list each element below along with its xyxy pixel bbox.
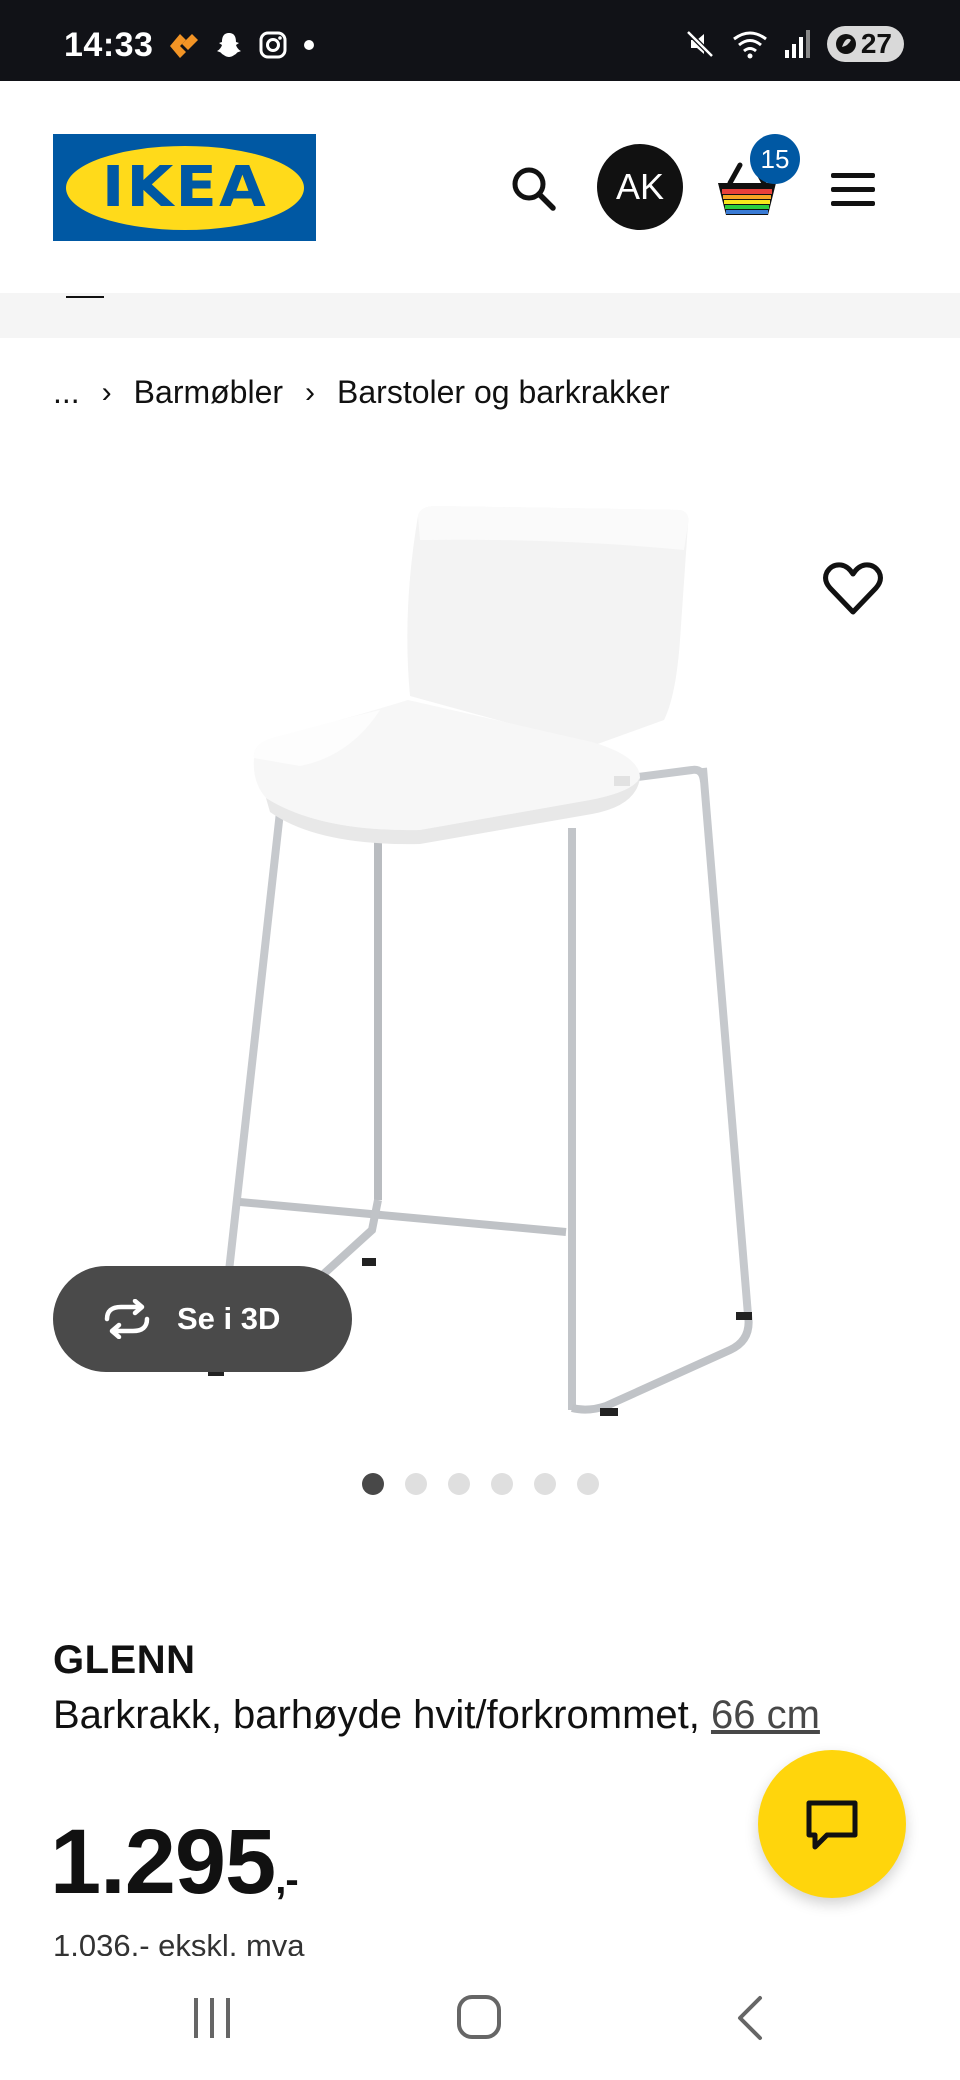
battery-level: 27 — [860, 28, 892, 59]
promo-strip — [0, 293, 960, 338]
battery-saver-icon — [835, 34, 856, 54]
carousel-dot-2[interactable] — [405, 1473, 427, 1495]
see-in-3d-button[interactable]: Se i 3D — [53, 1266, 352, 1372]
signal-icon — [784, 30, 810, 58]
status-left-icons — [166, 30, 316, 60]
breadcrumb-ellipsis[interactable]: ... — [53, 374, 80, 411]
status-bar: 14:33 27 — [0, 0, 960, 81]
status-time: 14:33 — [64, 26, 154, 64]
breadcrumb-item-barstoler[interactable]: Barstoler og barkrakker — [337, 374, 670, 411]
cart-count-badge: 15 — [750, 134, 800, 184]
chevron-right-icon: › — [101, 375, 112, 409]
system-nav-bar — [0, 1958, 960, 2080]
product-size-link[interactable]: 66 cm — [711, 1693, 820, 1737]
price-value: 1.295 — [50, 1811, 276, 1913]
strip-divider — [66, 296, 104, 298]
carousel-dots — [362, 1473, 599, 1495]
chat-button[interactable] — [758, 1750, 906, 1898]
ikea-logo[interactable]: IKEA — [53, 134, 316, 241]
status-right-icons: 27 — [683, 26, 904, 62]
carousel-dot-5[interactable] — [534, 1473, 556, 1495]
carousel-dot-3[interactable] — [448, 1473, 470, 1495]
home-icon[interactable] — [456, 1994, 502, 2040]
recents-icon[interactable] — [190, 1996, 234, 2040]
logo-oval: IKEA — [65, 145, 304, 230]
see-in-3d-label: Se i 3D — [177, 1301, 281, 1336]
battery-icon: 27 — [826, 26, 904, 62]
product-description-text: Barkrakk, barhøyde hvit/forkrommet, — [53, 1693, 700, 1737]
heart-icon[interactable] — [822, 560, 884, 618]
dot-icon — [304, 40, 314, 50]
menu-icon[interactable] — [828, 167, 878, 211]
breadcrumb: ... › Barmøbler › Barstoler og barkrakke… — [53, 374, 670, 411]
instagram-icon — [259, 31, 287, 59]
carousel-dot-4[interactable] — [491, 1473, 513, 1495]
price-suffix: ,- — [275, 1858, 298, 1902]
chevron-right-icon: › — [305, 375, 316, 409]
rotate-3d-icon — [104, 1299, 150, 1339]
chat-icon — [806, 1800, 858, 1850]
wifi-icon — [732, 31, 767, 59]
carousel-dot-6[interactable] — [577, 1473, 599, 1495]
search-icon[interactable] — [506, 161, 562, 217]
product-description: Barkrakk, barhøyde hvit/forkrommet, 66 c… — [53, 1688, 883, 1742]
carousel-dot-1[interactable] — [362, 1473, 384, 1495]
product-price: 1.295,- — [50, 1810, 299, 1915]
price-ex-vat: 1.036,- ekskl. mva — [53, 1928, 305, 1956]
logo-text: IKEA — [101, 155, 268, 220]
product-name: GLENN — [53, 1638, 196, 1682]
site-header: IKEA AK 15 — [0, 81, 960, 293]
account-avatar[interactable]: AK — [597, 144, 683, 230]
snapchat-icon — [217, 33, 241, 57]
back-icon[interactable] — [730, 1994, 770, 2042]
breadcrumb-item-barmobler[interactable]: Barmøbler — [134, 374, 283, 411]
health-icon — [170, 34, 198, 58]
mute-icon — [686, 30, 714, 58]
